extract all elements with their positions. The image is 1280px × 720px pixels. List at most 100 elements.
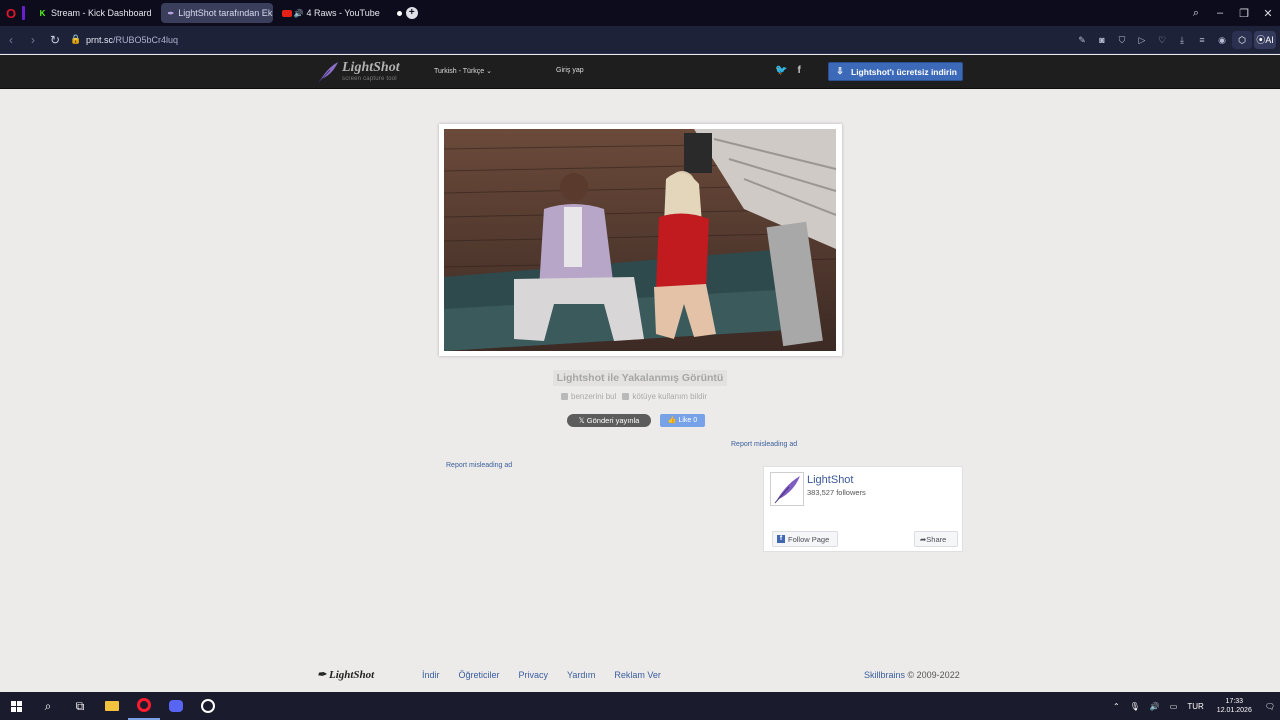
input-language[interactable]: TUR bbox=[1187, 702, 1203, 711]
clock[interactable]: 17:33 12.01.2026 bbox=[1217, 697, 1252, 715]
play-icon[interactable]: ▷ bbox=[1132, 35, 1152, 46]
tweet-button[interactable]: 𝕏 Gönderi yayınla bbox=[567, 414, 651, 427]
logo-title: LightShot bbox=[342, 60, 400, 75]
fb-followers: 383,527 followers bbox=[807, 488, 866, 497]
back-icon[interactable]: ‹ bbox=[0, 33, 22, 47]
youtube-icon bbox=[281, 9, 292, 17]
kick-icon: K bbox=[39, 8, 46, 18]
like-button[interactable]: 👍 Like 0 bbox=[660, 414, 705, 427]
lightshot-logo[interactable]: LightShot screen capture tool bbox=[316, 60, 400, 84]
search-icon[interactable]: ⌕ bbox=[1184, 7, 1208, 20]
download-icon[interactable]: ⤓ bbox=[1172, 35, 1192, 46]
file-explorer-icon[interactable] bbox=[96, 692, 128, 720]
tab-lightshot[interactable]: ✒ LightShot tarafından Ekra bbox=[160, 3, 273, 23]
microphone-icon[interactable]: 🎙 bbox=[1130, 702, 1140, 711]
footer-link[interactable]: Privacy bbox=[519, 670, 549, 680]
find-similar-link[interactable]: benzerini bul bbox=[561, 392, 616, 401]
feather-icon bbox=[318, 62, 338, 83]
windows-taskbar: ⌕ ⧉ ⌃ 🎙 🔊 ▭ TUR 17:33 12.01.2026 🗨 bbox=[0, 692, 1280, 720]
copyright: Skillbrains © 2009-2022 bbox=[864, 670, 960, 680]
chevron-up-icon[interactable]: ⌃ bbox=[1113, 702, 1120, 711]
profile-icon[interactable]: ◉ bbox=[1212, 35, 1232, 46]
network-icon[interactable]: ▭ bbox=[1170, 702, 1178, 711]
company-link[interactable]: Skillbrains bbox=[864, 670, 905, 680]
footer-link[interactable]: Reklam Ver bbox=[614, 670, 661, 680]
tab-dot-icon bbox=[396, 10, 402, 16]
notification-icon[interactable]: 🗨 bbox=[1265, 702, 1275, 711]
fb-page-name[interactable]: LightShot bbox=[807, 474, 853, 486]
report-abuse-link[interactable]: kötüye kullanım bildir bbox=[622, 392, 707, 401]
url-domain: prnt.sc bbox=[86, 34, 114, 45]
new-tab-button[interactable]: + bbox=[405, 7, 418, 19]
follow-page-button[interactable]: f Follow Page bbox=[772, 531, 838, 547]
tab-kick-dashboard[interactable]: K Stream - Kick Dashboard bbox=[31, 3, 159, 23]
screenshot-links: benzerini bul kötüye kullanım bildir bbox=[561, 392, 707, 401]
camera-icon bbox=[561, 393, 568, 400]
feather-icon: ✒ bbox=[167, 8, 175, 18]
url-path: /RUBO5bCr4luq bbox=[113, 34, 179, 45]
close-button[interactable]: ✕ bbox=[1256, 7, 1280, 20]
tab-label: LightShot tarafından Ekra bbox=[178, 8, 273, 18]
thumbs-up-icon: 👍 bbox=[667, 417, 679, 424]
screenshot-image[interactable] bbox=[444, 129, 836, 351]
task-view-icon[interactable]: ⧉ bbox=[64, 692, 96, 720]
browser-tab-bar: O K Stream - Kick Dashboard ✒ LightShot … bbox=[0, 0, 1280, 26]
volume-icon[interactable]: 🔊 bbox=[1150, 702, 1160, 711]
facebook-icon[interactable]: f bbox=[797, 65, 800, 76]
forward-icon[interactable]: › bbox=[22, 33, 44, 47]
x-icon: 𝕏 bbox=[578, 416, 587, 425]
login-link[interactable]: Giriş yap bbox=[556, 67, 584, 74]
footer-link[interactable]: İndir bbox=[422, 670, 440, 680]
tab-youtube[interactable]: 🔊 4 Raws - YouTube bbox=[275, 3, 387, 23]
download-button[interactable]: ⇩ Lightshot'ı ücretsiz indirin bbox=[828, 62, 963, 81]
maximize-button[interactable]: ❐ bbox=[1232, 7, 1256, 20]
shield-icon[interactable]: ⛉ bbox=[1112, 35, 1132, 46]
trash-icon bbox=[622, 393, 630, 400]
footer-logo[interactable]: ✒ LightShot bbox=[317, 668, 374, 681]
edit-icon[interactable]: ✎ bbox=[1072, 35, 1092, 46]
reload-icon[interactable]: ↻ bbox=[44, 33, 66, 47]
discord-icon[interactable] bbox=[160, 692, 192, 720]
speaker-icon[interactable]: 🔊 bbox=[294, 9, 304, 18]
minimize-button[interactable]: – bbox=[1208, 7, 1232, 19]
facebook-page-widget: LightShot 383,527 followers f Follow Page… bbox=[763, 466, 963, 552]
avatar[interactable] bbox=[770, 472, 804, 506]
system-tray: ⌃ 🎙 🔊 ▭ TUR 17:33 12.01.2026 🗨 bbox=[1108, 692, 1280, 720]
screenshot-caption: Lightshot ile Yakalanmış Görüntü bbox=[553, 370, 727, 386]
lock-icon[interactable]: 🔒 bbox=[66, 34, 86, 45]
windows-logo-icon bbox=[10, 700, 22, 712]
twitter-icon[interactable]: 🐦 bbox=[775, 65, 787, 76]
share-button[interactable]: ➦ Share bbox=[914, 531, 958, 547]
address-bar: ‹ › ↻ 🔒 prnt.sc/RUBO5bCr4luq ✎ ◙ ⛉ ▷ ♡ ⤓… bbox=[0, 26, 1280, 54]
facebook-icon: f bbox=[777, 535, 785, 543]
lightshot-header: LightShot screen capture tool Turkish - … bbox=[0, 55, 1280, 89]
start-button[interactable] bbox=[0, 692, 32, 720]
footer-link[interactable]: Yardım bbox=[567, 670, 595, 680]
feather-icon: ✒ bbox=[317, 669, 329, 681]
opera-browser-icon[interactable] bbox=[128, 692, 160, 720]
extensions-icon[interactable]: ⬡ bbox=[1232, 31, 1252, 49]
aria-ai-icon[interactable]: ⦿AI bbox=[1254, 31, 1276, 49]
footer-link[interactable]: Öğreticiler bbox=[459, 670, 500, 680]
logo-subtitle: screen capture tool bbox=[342, 76, 397, 82]
search-icon[interactable]: ⌕ bbox=[32, 692, 64, 720]
opera-logo-icon[interactable]: O bbox=[0, 0, 22, 26]
footer: ✒ LightShot İndir Öğreticiler Privacy Ya… bbox=[0, 660, 1280, 692]
screenshot-picture bbox=[444, 129, 836, 351]
language-select[interactable]: Turkish - Türkçe ⌄ bbox=[434, 67, 492, 75]
camera-icon[interactable]: ◙ bbox=[1092, 35, 1112, 45]
window-controls: ⌕ – ❐ ✕ bbox=[1184, 0, 1280, 26]
menu-icon[interactable]: ≡ bbox=[1192, 35, 1212, 45]
tab-label: 4 Raws - YouTube bbox=[306, 8, 380, 18]
obs-icon[interactable] bbox=[192, 692, 224, 720]
feather-icon bbox=[774, 476, 800, 504]
download-label: Lightshot'ı ücretsiz indirin bbox=[851, 66, 957, 77]
report-ad-link-right[interactable]: Report misleading ad bbox=[731, 441, 797, 448]
social-links: 🐦 f bbox=[775, 65, 801, 76]
url-field[interactable]: prnt.sc/RUBO5bCr4luq bbox=[86, 35, 178, 45]
heart-icon[interactable]: ♡ bbox=[1152, 35, 1172, 46]
download-tray-icon: ⇩ bbox=[836, 66, 844, 76]
report-ad-link-left[interactable]: Report misleading ad bbox=[446, 462, 512, 469]
chevron-down-icon: ⌄ bbox=[486, 68, 493, 75]
screenshot-frame bbox=[439, 124, 842, 356]
